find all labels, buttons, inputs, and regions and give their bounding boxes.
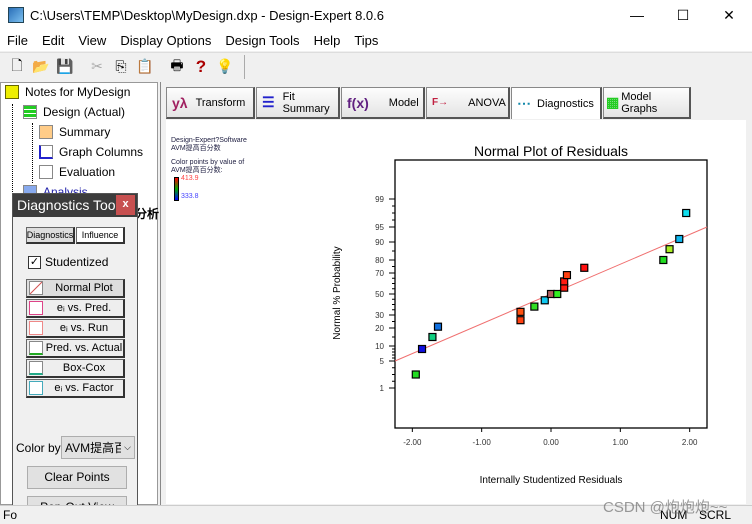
normal-plot-button[interactable]: Normal Plot <box>26 279 125 298</box>
y-axis-label: Normal % Probability <box>332 246 343 339</box>
residuals-run-icon <box>29 321 43 335</box>
color-by-label: Color by <box>16 441 61 455</box>
x-tick-label: 2.00 <box>682 438 698 447</box>
residuals-vs-factor-button[interactable]: eᵢ vs. Factor <box>26 379 125 398</box>
data-point <box>675 234 684 244</box>
box-cox-icon <box>29 361 43 375</box>
data-point <box>433 322 443 331</box>
data-point <box>417 344 427 354</box>
x-tick-label: -2.00 <box>403 438 422 447</box>
x-tick-label: 1.00 <box>613 438 629 447</box>
y-tick-label: 20 <box>375 324 384 333</box>
y-tick-label: 80 <box>375 256 384 265</box>
y-tick-label: 95 <box>375 223 384 232</box>
residuals-factor-icon <box>29 381 43 395</box>
data-point <box>530 302 539 311</box>
y-tick-label: 5 <box>380 357 385 366</box>
checkbox-check-icon: ✓ <box>28 255 41 269</box>
studentized-checkbox[interactable]: ✓ Studentized <box>28 255 108 269</box>
data-point <box>580 263 589 272</box>
diagnostics-tool-titlebar[interactable]: Diagnostics Tool x <box>13 194 137 217</box>
diagnostics-tool-window: Diagnostics Tool x Diagnostics Influence … <box>12 193 138 524</box>
y-tick-label: 50 <box>375 290 384 299</box>
data-point <box>553 289 562 299</box>
data-point <box>562 271 572 280</box>
y-tick-label: 99 <box>375 195 384 204</box>
data-point <box>659 255 668 265</box>
chevron-down-icon: ⌵ <box>124 442 131 452</box>
tab-diagnostics-tool[interactable]: Diagnostics <box>26 227 75 244</box>
predicted-vs-actual-button[interactable]: Pred. vs. Actual <box>26 339 125 358</box>
data-point <box>428 332 437 342</box>
box-cox-button[interactable]: Box-Cox <box>26 359 125 378</box>
data-point <box>665 245 674 254</box>
y-tick-label: 90 <box>375 238 384 247</box>
close-icon[interactable]: x <box>116 195 135 215</box>
tab-influence[interactable]: Influence <box>76 227 125 244</box>
y-tick-label: 1 <box>380 384 385 393</box>
status-text: Fo <box>3 508 18 522</box>
residuals-vs-run-button[interactable]: eᵢ vs. Run <box>26 319 125 338</box>
clear-points-button[interactable]: Clear Points <box>27 466 127 489</box>
color-by-select[interactable]: AVM提高百 ⌵ <box>61 436 135 459</box>
chart-title: Normal Plot of Residuals <box>474 143 628 159</box>
residuals-vs-predicted-button[interactable]: eᵢ vs. Pred. <box>26 299 125 318</box>
y-tick-label: 30 <box>375 311 384 320</box>
residuals-pred-icon <box>29 301 43 315</box>
watermark: CSDN @炮炮炮~~ <box>603 499 728 516</box>
data-point <box>516 307 525 316</box>
x-tick-label: 0.00 <box>543 438 559 447</box>
pred-actual-icon <box>29 341 43 355</box>
normal-plot-icon <box>29 281 43 295</box>
data-point <box>516 316 525 325</box>
data-point <box>682 208 691 218</box>
x-tick-label: -1.00 <box>473 438 492 447</box>
data-point <box>411 370 420 379</box>
y-tick-label: 70 <box>375 269 384 278</box>
y-tick-label: 10 <box>375 342 384 351</box>
x-axis-label: Internally Studentized Residuals <box>480 475 623 486</box>
